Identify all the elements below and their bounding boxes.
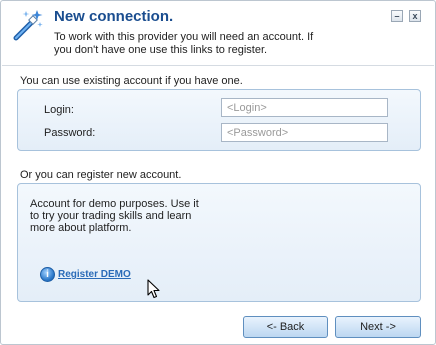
header-divider [2,65,434,66]
back-button[interactable]: <- Back [243,316,328,338]
register-demo-link[interactable]: i Register DEMO [40,267,131,282]
dialog-subtitle: To work with this provider you will need… [54,31,314,56]
login-panel: Login: Password: [17,89,421,151]
next-button[interactable]: Next -> [335,316,421,338]
existing-account-label: You can use existing account if you have… [20,75,243,87]
register-demo-link-label: Register DEMO [58,269,131,280]
magic-wand-icon [13,10,43,41]
demo-description: Account for demo purposes. Use it to try… [30,198,199,234]
login-label: Login: [44,104,74,116]
dialog-title: New connection. [54,8,174,25]
login-input[interactable] [221,98,388,117]
minimize-button[interactable]: – [391,10,403,22]
close-icon: x [412,10,418,21]
info-icon: i [40,267,55,282]
register-account-label: Or you can register new account. [20,169,182,181]
password-input[interactable] [221,123,388,142]
register-panel: Account for demo purposes. Use it to try… [17,183,421,302]
close-button[interactable]: x [409,10,421,22]
new-connection-dialog: New connection. To work with this provid… [0,0,436,345]
password-label: Password: [44,127,96,139]
mouse-pointer-icon [147,279,160,299]
minimize-icon: – [394,10,400,21]
